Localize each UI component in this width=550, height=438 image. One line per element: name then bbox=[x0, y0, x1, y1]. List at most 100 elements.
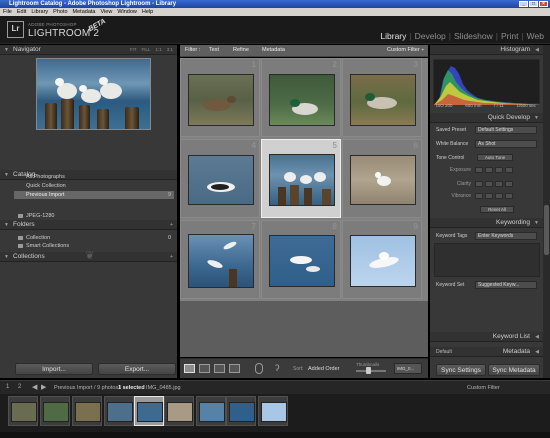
quick-develop-header[interactable]: Quick Develop ▼ bbox=[430, 113, 543, 123]
filmstrip-cell[interactable] bbox=[72, 396, 102, 426]
keyword-set-dropdown[interactable]: Suggested Keyw... bbox=[475, 281, 537, 289]
clarity-increase-button[interactable] bbox=[495, 181, 503, 187]
grid-cell[interactable]: 2 bbox=[261, 58, 341, 137]
filmstrip-filter-dropdown[interactable]: Custom Filter bbox=[467, 385, 500, 391]
metadata-preset-dropdown[interactable]: Default bbox=[436, 347, 452, 357]
filmstrip-cell-selected[interactable] bbox=[134, 396, 164, 426]
menu-window[interactable]: Window bbox=[117, 8, 137, 16]
module-print[interactable]: Print bbox=[501, 31, 518, 41]
filmstrip-cell[interactable] bbox=[196, 396, 226, 426]
vibrance-decrease-button[interactable] bbox=[485, 193, 493, 199]
grid-cell[interactable]: 9 bbox=[342, 220, 422, 299]
saved-preset-dropdown[interactable]: Default Settings bbox=[475, 126, 537, 134]
clarity-decrease-button[interactable] bbox=[485, 181, 493, 187]
filmstrip-thumbnail bbox=[43, 402, 69, 422]
filmstrip-cell[interactable] bbox=[258, 396, 288, 426]
keywording-header[interactable]: Keywording ▼ bbox=[430, 218, 543, 228]
grid-cell[interactable]: 1 bbox=[180, 58, 260, 137]
navigator-header[interactable]: ▼ Navigator FIT FILL 1:1 3:1 bbox=[0, 45, 177, 55]
right-panel-scrollbar[interactable] bbox=[543, 45, 550, 378]
nav-mode-1-1[interactable]: 1:1 bbox=[155, 45, 161, 55]
slider-thumb[interactable] bbox=[366, 367, 371, 374]
painter-icon[interactable] bbox=[255, 363, 263, 374]
filmstrip-cell[interactable] bbox=[8, 396, 38, 426]
metadata-header[interactable]: Default Metadata ◀ bbox=[430, 347, 543, 357]
keyword-list-header[interactable]: Keyword List ◀ bbox=[430, 332, 543, 342]
module-develop[interactable]: Develop bbox=[415, 31, 446, 41]
filmstrip-cell[interactable] bbox=[40, 396, 70, 426]
sync-settings-button[interactable]: Sync Settings bbox=[436, 364, 486, 376]
catalog-item-all-photographs[interactable]: All Photographs bbox=[14, 173, 174, 181]
forward-arrow-icon[interactable]: ▶ bbox=[41, 383, 46, 391]
catalog-item-quick-collection[interactable]: Quick Collection bbox=[14, 182, 174, 190]
survey-view-icon[interactable] bbox=[229, 364, 240, 373]
auto-tone-button[interactable]: Auto Tone bbox=[477, 154, 513, 161]
grid-cell[interactable]: 3 bbox=[342, 58, 422, 137]
nav-mode-3-1[interactable]: 3:1 bbox=[167, 45, 173, 55]
filmstrip-cell[interactable] bbox=[164, 396, 194, 426]
minimize-button[interactable]: _ bbox=[519, 1, 528, 7]
grid-cell[interactable]: 7 bbox=[180, 220, 260, 299]
maximize-button[interactable]: □ bbox=[529, 1, 538, 7]
clarity-increase-large-button[interactable] bbox=[505, 181, 513, 187]
keywords-text-area[interactable] bbox=[434, 243, 540, 277]
grid-cell[interactable]: 8 bbox=[261, 220, 341, 299]
scrollbar-thumb[interactable] bbox=[544, 205, 549, 255]
folder-item-jpeg-1280[interactable]: JPEG-1280 bbox=[14, 212, 174, 220]
menu-metadata[interactable]: Metadata bbox=[73, 8, 96, 16]
spray-can-icon[interactable]: ʔ bbox=[275, 363, 285, 374]
grid-cell[interactable]: 6 bbox=[342, 139, 422, 218]
keyword-tags-dropdown[interactable]: Enter Keywords bbox=[475, 232, 537, 240]
back-arrow-icon[interactable]: ◀ bbox=[32, 383, 37, 391]
menu-library[interactable]: Library bbox=[31, 8, 48, 16]
close-button[interactable]: × bbox=[539, 1, 548, 7]
exposure-increase-button[interactable] bbox=[495, 167, 503, 173]
filter-tab-text[interactable]: Text bbox=[209, 47, 219, 53]
collection-item[interactable]: Collection 0 bbox=[14, 234, 174, 242]
thumbnail-size-slider[interactable] bbox=[356, 367, 386, 374]
exposure-increase-large-button[interactable] bbox=[505, 167, 513, 173]
page-1-button[interactable]: 1 bbox=[6, 384, 9, 390]
add-folder-icon[interactable]: + bbox=[170, 220, 173, 230]
export-button[interactable]: Export... bbox=[98, 363, 176, 375]
sync-metadata-button[interactable]: Sync Metadata bbox=[488, 364, 540, 376]
menu-help[interactable]: Help bbox=[142, 8, 153, 16]
vibrance-increase-button[interactable] bbox=[495, 193, 503, 199]
add-collection-icon[interactable]: + bbox=[170, 252, 173, 262]
sort-dropdown[interactable]: Added Order bbox=[308, 366, 340, 372]
menu-photo[interactable]: Photo bbox=[53, 8, 67, 16]
histogram-header[interactable]: Histogram ◀ bbox=[430, 45, 543, 55]
filmstrip-cell[interactable] bbox=[226, 396, 256, 426]
filmstrip-path[interactable]: Previous Import / 9 photos / bbox=[54, 385, 121, 391]
reset-all-button[interactable]: Reset All bbox=[480, 206, 514, 213]
filter-tab-refine[interactable]: Refine bbox=[233, 47, 249, 53]
menu-edit[interactable]: Edit bbox=[17, 8, 26, 16]
grid-cell-selected[interactable]: 5 bbox=[261, 139, 341, 218]
compare-view-icon[interactable] bbox=[214, 364, 225, 373]
exposure-decrease-button[interactable] bbox=[485, 167, 493, 173]
filter-tab-metadata[interactable]: Metadata bbox=[262, 47, 285, 53]
page-2-button[interactable]: 2 bbox=[18, 384, 21, 390]
white-balance-dropdown[interactable]: As Shot bbox=[475, 140, 537, 148]
exposure-decrease-large-button[interactable] bbox=[475, 167, 483, 173]
module-slideshow[interactable]: Slideshow bbox=[454, 31, 493, 41]
navigator-preview[interactable] bbox=[36, 58, 151, 130]
module-library[interactable]: Library bbox=[380, 31, 406, 41]
vibrance-decrease-large-button[interactable] bbox=[475, 193, 483, 199]
nav-mode-fill[interactable]: FILL bbox=[141, 45, 150, 55]
menu-file[interactable]: File bbox=[3, 8, 12, 16]
menu-view[interactable]: View bbox=[100, 8, 112, 16]
nav-mode-fit[interactable]: FIT bbox=[130, 45, 137, 55]
import-button[interactable]: Import... bbox=[15, 363, 93, 375]
clarity-decrease-large-button[interactable] bbox=[475, 181, 483, 187]
module-web[interactable]: Web bbox=[527, 31, 544, 41]
folders-header[interactable]: ▼ Folders + bbox=[0, 220, 177, 230]
filmstrip-cell[interactable] bbox=[104, 396, 134, 426]
vibrance-increase-large-button[interactable] bbox=[505, 193, 513, 199]
loupe-view-icon[interactable] bbox=[199, 364, 210, 373]
custom-filter-dropdown[interactable]: Custom Filter ÷ bbox=[387, 47, 424, 53]
filename-chip[interactable]: IMG_0... bbox=[394, 363, 422, 374]
grid-cell[interactable]: 4 bbox=[180, 139, 260, 218]
catalog-item-previous-import[interactable]: Previous Import 9 bbox=[14, 191, 174, 199]
grid-view-icon[interactable] bbox=[184, 364, 195, 373]
